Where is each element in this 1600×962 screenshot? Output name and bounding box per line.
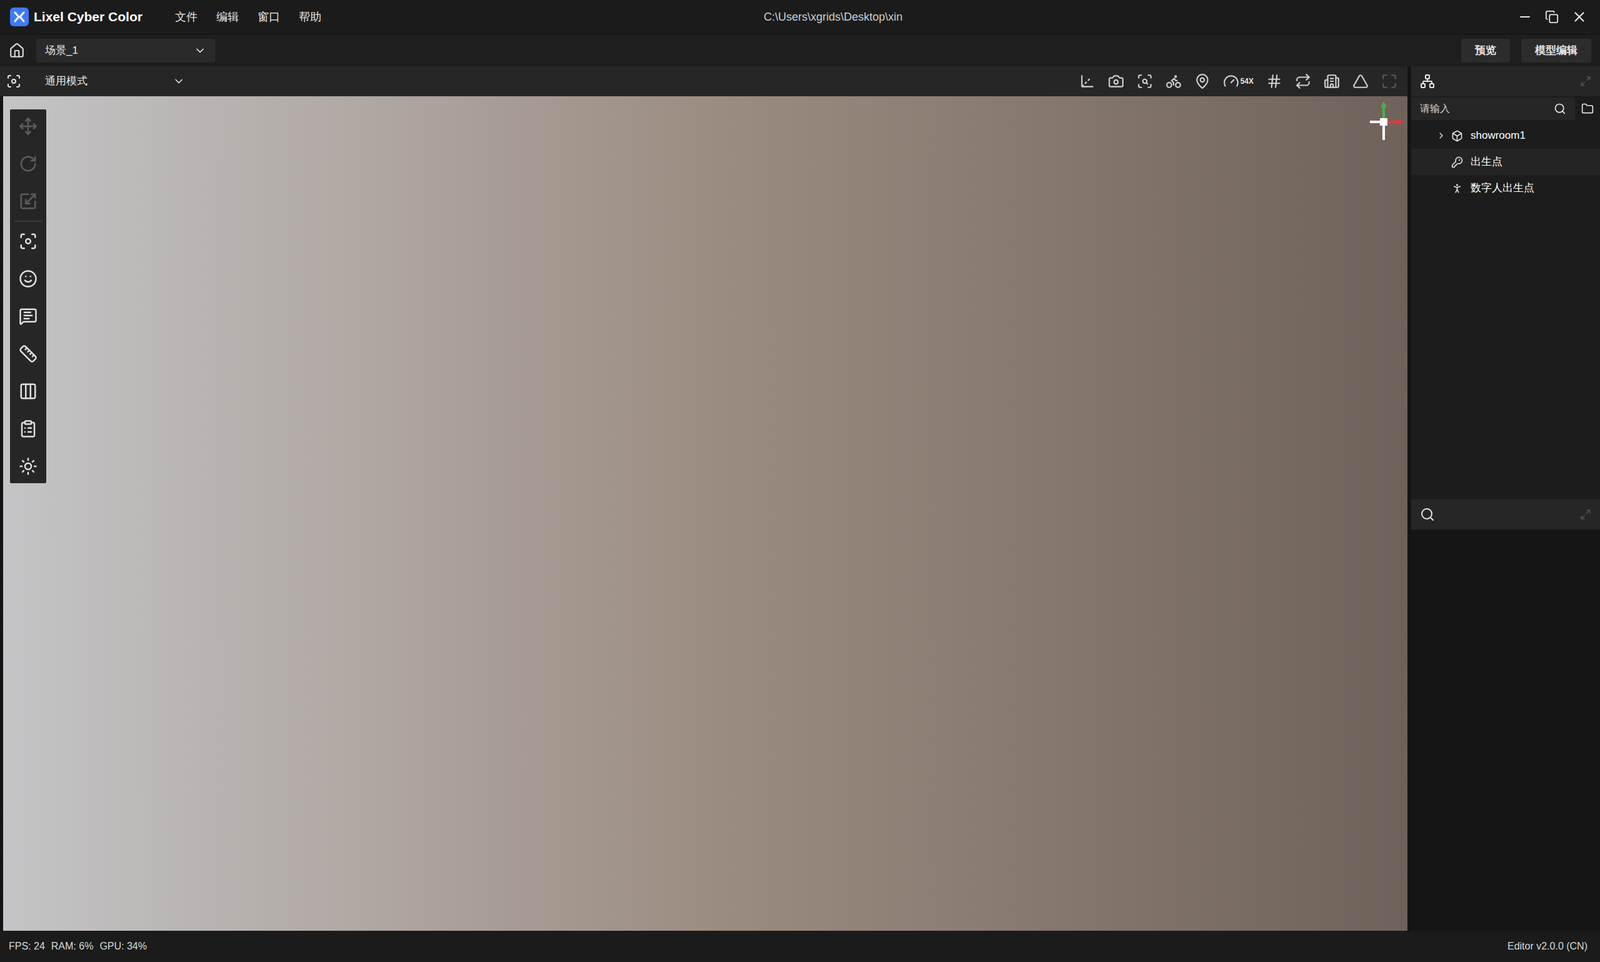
menu-item[interactable]: 编辑 bbox=[213, 8, 242, 26]
header-button[interactable]: 模型编辑 bbox=[1521, 38, 1592, 63]
scene-bar: 场景_1 预览模型编辑 bbox=[0, 33, 1600, 67]
spawn-icon bbox=[1451, 156, 1464, 169]
outliner-item[interactable]: 数字人出生点 bbox=[1411, 175, 1600, 202]
left-toolbar bbox=[10, 109, 47, 484]
move-tool-icon[interactable] bbox=[18, 116, 38, 136]
toolbar-tool-icon[interactable] bbox=[1194, 73, 1211, 90]
toolbar-tool-icon[interactable] bbox=[1266, 73, 1283, 90]
outliner-item[interactable]: 出生点 bbox=[1411, 148, 1600, 176]
scale-tool-icon[interactable] bbox=[18, 191, 38, 211]
toolbar-tool-icon[interactable] bbox=[1352, 73, 1369, 90]
outliner-item[interactable]: showroom1 bbox=[1411, 122, 1600, 149]
menu-bar: 文件编辑窗口帮助 bbox=[172, 8, 324, 26]
menu-item[interactable]: 窗口 bbox=[255, 8, 283, 26]
search-icon bbox=[1553, 102, 1567, 116]
gpu-reading: GPU: 34% bbox=[99, 939, 147, 955]
toolbar-tool-icon[interactable] bbox=[1107, 73, 1125, 90]
properties-panel bbox=[1411, 499, 1600, 931]
avatar-tool-icon[interactable] bbox=[18, 269, 38, 289]
dropdown-chevron-icon bbox=[172, 75, 186, 88]
title-bar: Lixel Cyber Color 文件编辑窗口帮助 C:\Users\xgrids… bbox=[0, 0, 1600, 34]
toolbar-tool-icon[interactable] bbox=[1323, 73, 1340, 90]
speed-icon bbox=[1222, 73, 1240, 90]
measure-tool-icon[interactable] bbox=[18, 344, 38, 364]
toolbar-tool-icon[interactable] bbox=[1136, 73, 1153, 90]
scene-selector[interactable]: 场景_1 bbox=[36, 38, 216, 63]
fps-reading: FPS: 24 bbox=[8, 939, 46, 955]
clip-tool-icon[interactable] bbox=[18, 382, 38, 401]
ram-reading: RAM: 6% bbox=[51, 939, 94, 955]
scene-tree-icon[interactable] bbox=[1419, 73, 1435, 89]
viewport-toolbar: 通用模式 54X bbox=[0, 66, 1408, 97]
model-icon bbox=[1451, 130, 1464, 142]
app-logo-icon bbox=[10, 7, 29, 27]
header-button[interactable]: 预览 bbox=[1461, 38, 1510, 63]
viewport-mode-icon bbox=[6, 73, 22, 89]
outliner: 请输入showroom1出生点数字人出生点 bbox=[1411, 96, 1600, 500]
menu-item[interactable]: 文件 bbox=[172, 8, 201, 26]
dropdown-chevron-icon bbox=[193, 44, 207, 57]
axis-gizmo-icon[interactable] bbox=[1364, 100, 1405, 144]
toolbar-tool-icon[interactable] bbox=[1294, 73, 1312, 90]
status-bar: FPS: 24 RAM: 6% GPU: 34% Editor v2.0.0 (CN) bbox=[0, 930, 1600, 962]
speed-button[interactable]: 54X bbox=[1222, 73, 1254, 90]
outliner-header bbox=[1411, 66, 1600, 97]
app-name: Lixel Cyber Color bbox=[33, 6, 143, 27]
version-label: Editor v2.0.0 (CN) bbox=[1507, 939, 1592, 955]
properties-search-icon[interactable] bbox=[1419, 507, 1435, 523]
outliner-search[interactable]: 请输入 bbox=[1411, 97, 1575, 121]
minimize-icon[interactable] bbox=[1517, 9, 1533, 25]
expand-chevron-icon[interactable] bbox=[1436, 130, 1447, 141]
toolbar-tool-icon[interactable] bbox=[1381, 73, 1398, 90]
toolbar-tool-icon[interactable] bbox=[1079, 73, 1096, 90]
folder-icon[interactable] bbox=[1581, 102, 1594, 116]
restore-icon[interactable] bbox=[1544, 10, 1559, 24]
rotate-tool-icon[interactable] bbox=[18, 154, 38, 174]
home-icon[interactable] bbox=[8, 42, 26, 59]
focus-tool-icon[interactable] bbox=[18, 231, 38, 251]
avatar-icon bbox=[1451, 182, 1464, 195]
close-icon[interactable] bbox=[1571, 8, 1588, 26]
toolbar-tool-icon[interactable] bbox=[1165, 73, 1182, 90]
list-tool-icon[interactable] bbox=[18, 419, 38, 439]
view-mode-selector[interactable]: 通用模式 bbox=[30, 73, 201, 90]
undock-icon[interactable] bbox=[1579, 75, 1592, 87]
undock-icon[interactable] bbox=[1579, 508, 1592, 521]
window-title: C:\Users\xgrids\Desktop\xin bbox=[763, 8, 903, 26]
viewport[interactable] bbox=[3, 96, 1408, 931]
ai-tool-icon[interactable] bbox=[18, 457, 38, 476]
annotation-tool-icon[interactable] bbox=[18, 306, 38, 326]
app-window: Lixel Cyber Color 文件编辑窗口帮助 C:\Users\xgrids… bbox=[0, 0, 1600, 962]
menu-item[interactable]: 帮助 bbox=[296, 8, 324, 26]
right-panel: 请输入showroom1出生点数字人出生点 bbox=[1411, 66, 1600, 931]
